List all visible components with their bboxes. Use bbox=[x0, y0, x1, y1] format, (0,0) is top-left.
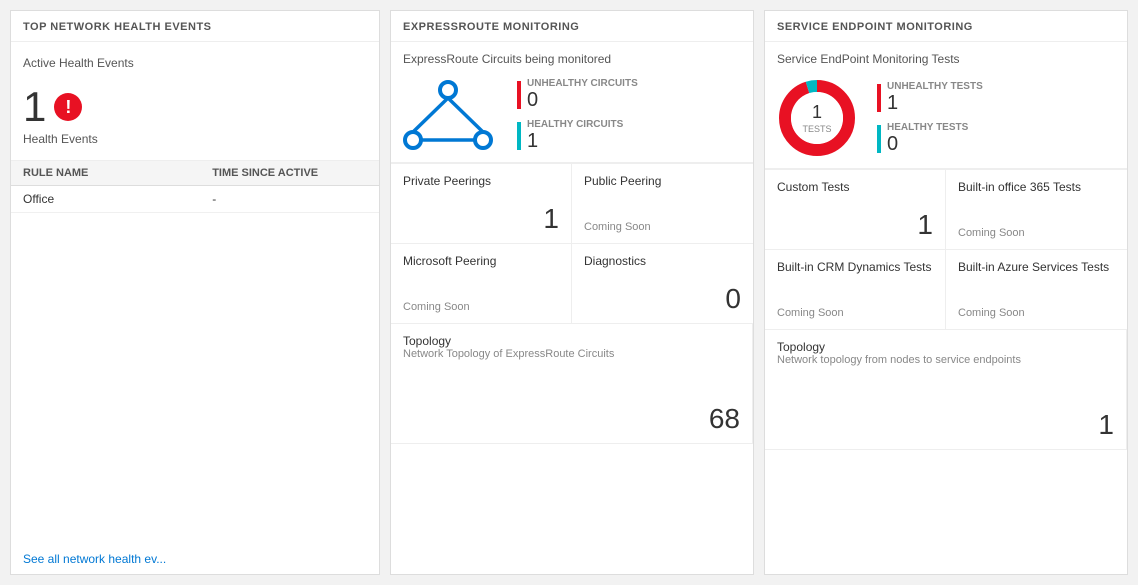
tile-private-peerings[interactable]: Private Peerings 1 bbox=[391, 164, 572, 244]
topology-right-count: 1 bbox=[777, 411, 1114, 439]
service-label: Service EndPoint Monitoring Tests bbox=[777, 52, 1115, 66]
table-header: RULE NAME TIME SINCE ACTIVE bbox=[11, 161, 379, 186]
mid-panel: EXPRESSROUTE MONITORING ExpressRoute Cir… bbox=[390, 10, 754, 575]
healthy-circuits-label: HEALTHY CIRCUITS bbox=[527, 119, 623, 130]
healthy-tests-count: 0 bbox=[887, 133, 968, 155]
unhealthy-tests-label: UNHEALTHY TESTS bbox=[887, 81, 983, 92]
mid-panel-header: EXPRESSROUTE MONITORING bbox=[391, 11, 753, 42]
builtin-crm-subtitle: Coming Soon bbox=[777, 307, 933, 319]
builtin-azure-title: Built-in Azure Services Tests bbox=[958, 260, 1115, 274]
health-events-label: Health Events bbox=[23, 132, 367, 146]
healthy-bar bbox=[517, 122, 521, 150]
topology-mid-title: Topology bbox=[403, 334, 740, 348]
tile-microsoft-peering[interactable]: Microsoft Peering Coming Soon bbox=[391, 244, 572, 324]
healthy-tests-item: HEALTHY TESTS 0 bbox=[877, 122, 983, 155]
donut-count: 1 bbox=[802, 102, 831, 124]
custom-tests-count: 1 bbox=[777, 211, 933, 239]
right-panel: SERVICE ENDPOINT MONITORING Service EndP… bbox=[764, 10, 1128, 575]
unhealthy-tests-count: 1 bbox=[887, 92, 983, 114]
tile-builtin-azure[interactable]: Built-in Azure Services Tests Coming Soo… bbox=[946, 250, 1127, 330]
tile-diagnostics[interactable]: Diagnostics 0 bbox=[572, 244, 753, 324]
left-panel-header: TOP NETWORK HEALTH EVENTS bbox=[11, 11, 379, 42]
builtin-crm-title: Built-in CRM Dynamics Tests bbox=[777, 260, 933, 274]
diagnostics-count: 0 bbox=[584, 285, 741, 313]
public-peering-subtitle: Coming Soon bbox=[584, 221, 741, 233]
unhealthy-circuits-count: 0 bbox=[527, 89, 638, 111]
see-all-link[interactable]: See all network health ev... bbox=[23, 552, 166, 566]
unhealthy-circuits-item: UNHEALTHY CIRCUITS 0 bbox=[517, 78, 638, 111]
mid-tile-grid: Private Peerings 1 Public Peering Coming… bbox=[391, 163, 753, 444]
builtin-azure-subtitle: Coming Soon bbox=[958, 307, 1115, 319]
healthy-circuits-count: 1 bbox=[527, 130, 623, 152]
topology-right-title: Topology bbox=[777, 340, 1114, 354]
left-panel-footer: See all network health ev... bbox=[11, 544, 379, 574]
col-rule-name: RULE NAME bbox=[23, 167, 212, 179]
donut-chart: 1 TESTS bbox=[777, 78, 857, 158]
healthy-tests-bar bbox=[877, 125, 881, 153]
left-panel: TOP NETWORK HEALTH EVENTS Active Health … bbox=[10, 10, 380, 575]
microsoft-peering-subtitle: Coming Soon bbox=[403, 301, 559, 313]
healthy-tests-label: HEALTHY TESTS bbox=[887, 122, 968, 133]
unhealthy-tests-bar bbox=[877, 84, 881, 112]
topology-right-subtitle: Network topology from nodes to service e… bbox=[777, 354, 1114, 366]
tile-topology-right[interactable]: Topology Network topology from nodes to … bbox=[765, 330, 1127, 450]
test-legend: UNHEALTHY TESTS 1 HEALTHY TESTS 0 bbox=[877, 81, 983, 155]
tile-topology-mid[interactable]: Topology Network Topology of ExpressRout… bbox=[391, 324, 753, 444]
builtin-365-subtitle: Coming Soon bbox=[958, 227, 1115, 239]
health-count: 1 bbox=[23, 86, 46, 128]
tile-builtin-365[interactable]: Built-in office 365 Tests Coming Soon bbox=[946, 170, 1127, 250]
circuit-legend: UNHEALTHY CIRCUITS 0 HEALTHY CIRCUITS 1 bbox=[517, 78, 638, 152]
events-table: RULE NAME TIME SINCE ACTIVE Office - bbox=[11, 161, 379, 544]
private-peerings-title: Private Peerings bbox=[403, 174, 559, 188]
tile-public-peering[interactable]: Public Peering Coming Soon bbox=[572, 164, 753, 244]
active-health-label: Active Health Events bbox=[23, 56, 367, 70]
expressroute-top: ExpressRoute Circuits being monitored UN bbox=[391, 42, 753, 163]
right-panel-header: SERVICE ENDPOINT MONITORING bbox=[765, 11, 1127, 42]
expressroute-label: ExpressRoute Circuits being monitored bbox=[403, 52, 741, 66]
time-active-cell: - bbox=[212, 192, 367, 206]
custom-tests-title: Custom Tests bbox=[777, 180, 933, 194]
health-section: Active Health Events 1 ! Health Events bbox=[11, 42, 379, 161]
public-peering-title: Public Peering bbox=[584, 174, 741, 188]
error-icon: ! bbox=[54, 93, 82, 121]
network-triangle-icon bbox=[403, 80, 493, 150]
topology-mid-count: 68 bbox=[403, 405, 740, 433]
table-row: Office - bbox=[11, 186, 379, 213]
unhealthy-circuits-label: UNHEALTHY CIRCUITS bbox=[527, 78, 638, 89]
topology-mid-subtitle: Network Topology of ExpressRoute Circuit… bbox=[403, 348, 740, 360]
tile-builtin-crm[interactable]: Built-in CRM Dynamics Tests Coming Soon bbox=[765, 250, 946, 330]
col-time-active: TIME SINCE ACTIVE bbox=[212, 167, 367, 179]
rule-name-cell: Office bbox=[23, 192, 212, 206]
private-peerings-count: 1 bbox=[403, 205, 559, 233]
unhealthy-bar bbox=[517, 81, 521, 109]
donut-label: TESTS bbox=[802, 123, 831, 134]
dashboard: TOP NETWORK HEALTH EVENTS Active Health … bbox=[0, 0, 1138, 585]
healthy-circuits-item: HEALTHY CIRCUITS 1 bbox=[517, 119, 638, 152]
builtin-365-title: Built-in office 365 Tests bbox=[958, 180, 1115, 194]
right-tile-grid: Custom Tests 1 Built-in office 365 Tests… bbox=[765, 169, 1127, 450]
microsoft-peering-title: Microsoft Peering bbox=[403, 254, 559, 268]
tile-custom-tests[interactable]: Custom Tests 1 bbox=[765, 170, 946, 250]
service-top: Service EndPoint Monitoring Tests 1 TEST bbox=[765, 42, 1127, 169]
unhealthy-tests-item: UNHEALTHY TESTS 1 bbox=[877, 81, 983, 114]
diagnostics-title: Diagnostics bbox=[584, 254, 741, 268]
